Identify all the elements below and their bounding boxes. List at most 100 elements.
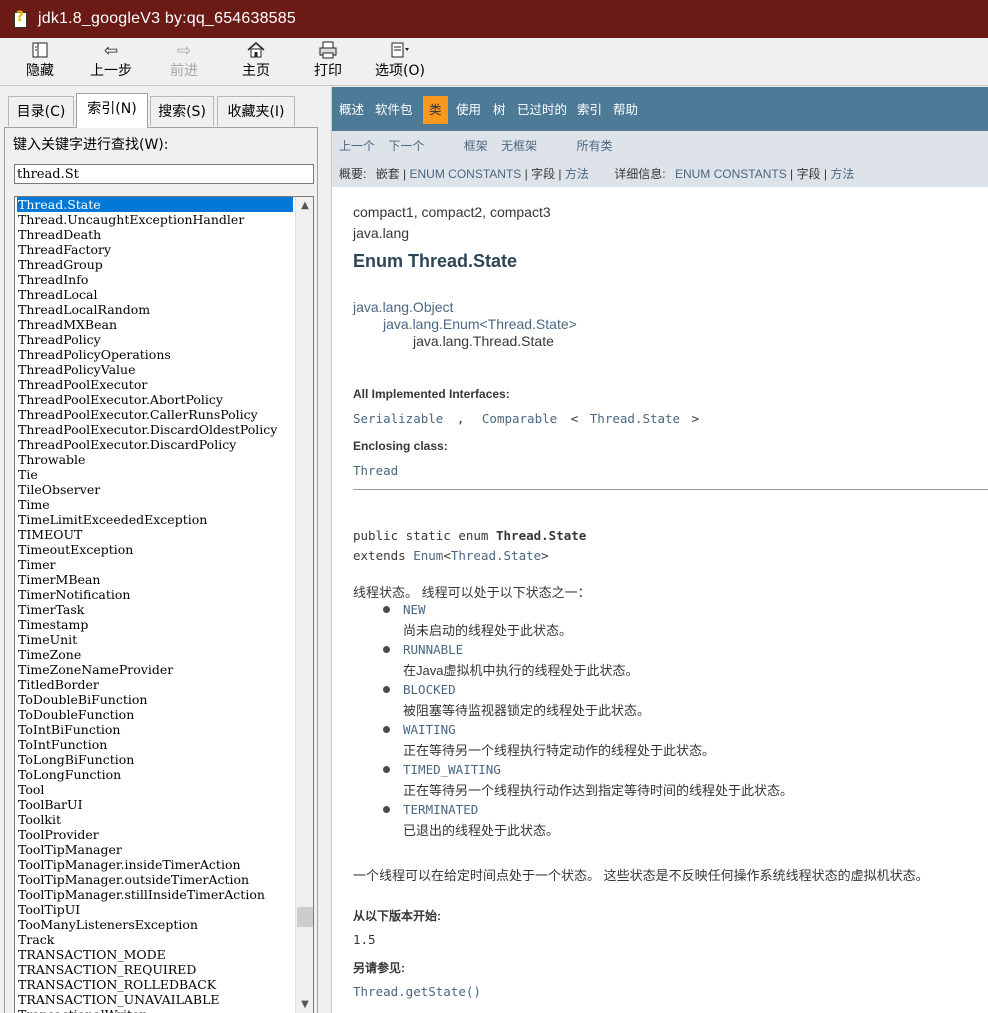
index-list-item[interactable]: TimeZoneNameProvider xyxy=(17,662,293,677)
thread-state-link[interactable]: Thread.State xyxy=(590,411,680,426)
index-list-item[interactable]: TRANSACTION_ROLLEDBACK xyxy=(17,977,293,992)
scroll-up-icon[interactable]: ▲ xyxy=(296,197,313,214)
tab-search[interactable]: 搜索(S) xyxy=(150,96,214,126)
index-list-item[interactable]: ToolTipManager.outsideTimerAction xyxy=(17,872,293,887)
index-list-item[interactable]: TransactionalWriter xyxy=(17,1007,293,1013)
index-list-item[interactable]: TimerTask xyxy=(17,602,293,617)
index-list-item[interactable]: ToLongFunction xyxy=(17,767,293,782)
see-also-link[interactable]: Thread.getState() xyxy=(353,984,481,999)
tab-index[interactable]: 索引(N) xyxy=(76,93,148,128)
index-list-item[interactable]: Track xyxy=(17,932,293,947)
index-list-item[interactable]: ThreadPoolExecutor.AbortPolicy xyxy=(17,392,293,407)
index-list-item[interactable]: TimeUnit xyxy=(17,632,293,647)
index-list-item[interactable]: ToLongBiFunction xyxy=(17,752,293,767)
print-button[interactable]: 打印 xyxy=(298,40,358,84)
index-list-item[interactable]: ToDoubleFunction xyxy=(17,707,293,722)
index-list-item[interactable]: ToolTipManager xyxy=(17,842,293,857)
tab-favorites[interactable]: 收藏夹(I) xyxy=(217,96,295,126)
signature-enum-link[interactable]: Enum xyxy=(413,548,443,563)
detail-enum-constants-link[interactable]: ENUM CONSTANTS xyxy=(675,167,787,181)
options-button[interactable]: 选项(O) xyxy=(370,40,430,84)
state-name-link[interactable]: BLOCKED xyxy=(403,682,456,697)
index-list-item[interactable]: ThreadPolicy xyxy=(17,332,293,347)
index-list-item[interactable]: ThreadPoolExecutor.DiscardPolicy xyxy=(17,437,293,452)
nav-overview[interactable]: 概述 xyxy=(339,96,364,124)
pane-splitter[interactable] xyxy=(322,87,332,1013)
scrollbar-thumb[interactable] xyxy=(297,907,313,927)
index-list-item[interactable]: ToolTipUI xyxy=(17,902,293,917)
nav-use[interactable]: 使用 xyxy=(456,96,481,124)
index-list-item[interactable]: Thread.State xyxy=(17,197,293,212)
enclosing-class-link[interactable]: Thread xyxy=(353,463,398,478)
frames-link[interactable]: 框架 xyxy=(464,139,488,153)
index-list-item[interactable]: ToolTipManager.stillInsideTimerAction xyxy=(17,887,293,902)
index-list-item[interactable]: ThreadPoolExecutor.DiscardOldestPolicy xyxy=(17,422,293,437)
index-list[interactable]: Thread.State Thread.UncaughtExceptionHand… xyxy=(14,196,314,1013)
no-frames-link[interactable]: 无框架 xyxy=(501,139,537,153)
index-list-item[interactable]: ThreadFactory xyxy=(17,242,293,257)
index-list-item[interactable]: TimeLimitExceededException xyxy=(17,512,293,527)
index-list-item[interactable]: TimeZone xyxy=(17,647,293,662)
index-list-item[interactable]: ThreadPolicyValue xyxy=(17,362,293,377)
index-list-item[interactable]: Timer xyxy=(17,557,293,572)
index-list-item[interactable]: Tool xyxy=(17,782,293,797)
index-list-item[interactable]: TooManyListenersException xyxy=(17,917,293,932)
tab-contents[interactable]: 目录(C) xyxy=(8,96,74,126)
index-list-item[interactable]: ThreadMXBean xyxy=(17,317,293,332)
all-classes-link[interactable]: 所有类 xyxy=(576,139,612,153)
index-list-item[interactable]: TitledBorder xyxy=(17,677,293,692)
nav-index[interactable]: 索引 xyxy=(577,96,602,124)
index-list-item[interactable]: ThreadDeath xyxy=(17,227,293,242)
hide-button[interactable]: 隐藏 xyxy=(10,40,70,84)
inheritance-object-link[interactable]: java.lang.Object xyxy=(353,299,453,315)
forward-button[interactable]: ⇨ 前进 xyxy=(154,40,214,84)
index-list-item[interactable]: Toolkit xyxy=(17,812,293,827)
serializable-link[interactable]: Serializable xyxy=(353,411,443,426)
index-list-item[interactable]: Thread.UncaughtExceptionHandler xyxy=(17,212,293,227)
index-list-item[interactable]: TIMEOUT xyxy=(17,527,293,542)
index-list-item[interactable]: ThreadPoolExecutor.CallerRunsPolicy xyxy=(17,407,293,422)
index-list-item[interactable]: Timestamp xyxy=(17,617,293,632)
prev-class-link[interactable]: 上一个 xyxy=(339,139,375,153)
index-list-item[interactable]: ThreadGroup xyxy=(17,257,293,272)
index-list-item[interactable]: Throwable xyxy=(17,452,293,467)
state-name-link[interactable]: WAITING xyxy=(403,722,456,737)
detail-method-link[interactable]: 方法 xyxy=(830,167,854,181)
index-list-item[interactable]: TimerMBean xyxy=(17,572,293,587)
summary-enum-constants-link[interactable]: ENUM CONSTANTS xyxy=(410,167,522,181)
state-name-link[interactable]: NEW xyxy=(403,602,426,617)
state-name-link[interactable]: RUNNABLE xyxy=(403,642,463,657)
index-list-item[interactable]: TRANSACTION_MODE xyxy=(17,947,293,962)
index-list-item[interactable]: TRANSACTION_REQUIRED xyxy=(17,962,293,977)
index-list-item[interactable]: Tie xyxy=(17,467,293,482)
nav-package[interactable]: 软件包 xyxy=(375,96,413,124)
back-button[interactable]: ⇦ 上一步 xyxy=(81,40,141,84)
index-list-item[interactable]: TimerNotification xyxy=(17,587,293,602)
summary-method-link[interactable]: 方法 xyxy=(565,167,589,181)
index-list-item[interactable]: TRANSACTION_UNAVAILABLE xyxy=(17,992,293,1007)
signature-param-link[interactable]: Thread.State xyxy=(451,548,541,563)
index-list-item[interactable]: ThreadPoolExecutor xyxy=(17,377,293,392)
home-button[interactable]: 主页 xyxy=(226,40,286,84)
state-name-link[interactable]: TERMINATED xyxy=(403,802,478,817)
index-list-item[interactable]: ToolTipManager.insideTimerAction xyxy=(17,857,293,872)
index-list-item[interactable]: ToolProvider xyxy=(17,827,293,842)
index-list-item[interactable]: TimeoutException xyxy=(17,542,293,557)
comparable-link[interactable]: Comparable xyxy=(482,411,557,426)
nav-tree[interactable]: 树 xyxy=(493,96,506,124)
index-list-item[interactable]: ThreadPolicyOperations xyxy=(17,347,293,362)
inheritance-enum-link[interactable]: java.lang.Enum<Thread.State> xyxy=(383,316,577,332)
nav-help[interactable]: 帮助 xyxy=(613,96,638,124)
scroll-down-icon[interactable]: ▼ xyxy=(296,996,313,1013)
keyword-search-input[interactable] xyxy=(14,164,314,184)
index-list-item[interactable]: TileObserver xyxy=(17,482,293,497)
index-list-item[interactable]: ThreadLocalRandom xyxy=(17,302,293,317)
next-class-link[interactable]: 下一个 xyxy=(388,139,424,153)
index-scrollbar[interactable]: ▲ ▼ xyxy=(295,197,313,1013)
index-list-item[interactable]: Time xyxy=(17,497,293,512)
index-list-item[interactable]: ToIntBiFunction xyxy=(17,722,293,737)
nav-deprecated[interactable]: 已过时的 xyxy=(517,96,567,124)
index-list-item[interactable]: ToIntFunction xyxy=(17,737,293,752)
index-list-item[interactable]: ToolBarUI xyxy=(17,797,293,812)
index-list-item[interactable]: ThreadLocal xyxy=(17,287,293,302)
